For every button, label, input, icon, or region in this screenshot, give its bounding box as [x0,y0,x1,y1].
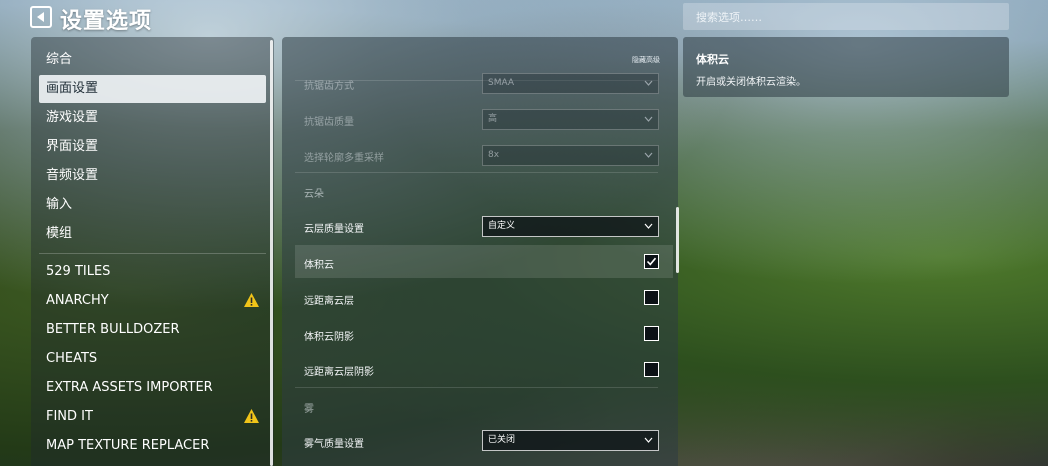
distant-clouds-checkbox[interactable] [644,290,659,305]
section-header-clouds: 云朵 [304,189,324,200]
sidebar-item-interface[interactable]: 界面设置 [39,133,266,161]
select-value: SMAA [488,78,515,88]
chevron-down-icon [644,437,653,443]
setting-label: 选择轮廓多重采样 [304,153,384,164]
antialias-method-select[interactable]: SMAA [482,73,659,94]
select-value: 已关闭 [488,435,516,445]
fog-quality-select[interactable]: 已关闭 [482,430,659,451]
sidebar-mod-item[interactable]: ANARCHY [39,287,266,315]
info-description: 开启或关闭体积云渲染。 [696,77,806,88]
checkmark-icon [646,257,657,266]
section-header-fog: 雾 [304,404,314,415]
setting-label: 远距离云层 [304,296,354,307]
outline-msaa-select[interactable]: 8x [482,145,659,166]
select-value: 自定义 [488,221,516,231]
sidebar-item-input[interactable]: 输入 [39,191,266,219]
warning-icon [244,409,259,423]
sidebar-divider [39,253,266,254]
sidebar-mod-item[interactable]: CHEATS [39,345,266,373]
select-value: 8x [488,150,500,160]
back-button[interactable] [30,6,52,28]
sidebar-item-mods[interactable]: 模组 [39,220,266,248]
settings-scrollbar[interactable] [676,207,679,273]
sidebar-item-gameplay[interactable]: 游戏设置 [39,104,266,132]
sidebar-mod-item[interactable]: BETTER BULLDOZER [39,316,266,344]
sidebar-mod-item[interactable]: MAP TEXTURE REPLACER [39,432,266,460]
distant-cloud-shadows-checkbox[interactable] [644,362,659,377]
volumetric-clouds-checkbox[interactable] [644,254,659,269]
setting-label: 抗锯齿质量 [304,117,354,128]
sidebar-mod-item[interactable]: FIND IT [39,403,266,431]
sidebar-mod-item[interactable]: EXTRA ASSETS IMPORTER [39,374,266,402]
chevron-down-icon [644,80,653,86]
back-arrow-icon [37,12,44,22]
setting-label: 远距离云层阴影 [304,367,374,378]
warning-icon [244,293,259,307]
search-input[interactable]: 搜索选项…… [683,3,1009,30]
sidebar-item-audio[interactable]: 音频设置 [39,162,266,190]
row-divider [295,172,658,173]
chevron-down-icon [644,152,653,158]
volumetric-cloud-shadows-checkbox[interactable] [644,326,659,341]
row-highlight [295,245,673,278]
setting-label: 云层质量设置 [304,224,364,235]
chevron-down-icon [644,223,653,229]
chevron-down-icon [644,116,653,122]
setting-label: 体积云阴影 [304,332,354,343]
sidebar-mod-item[interactable]: 529 TILES [39,258,266,286]
setting-label: 雾气质量设置 [304,439,364,450]
sidebar-item-graphics[interactable]: 画面设置 [39,75,266,103]
cloud-quality-select[interactable]: 自定义 [482,216,659,237]
select-value: 高 [488,114,498,124]
setting-label: 体积云 [304,260,334,271]
hide-advanced-toggle[interactable]: 隐藏高级 [632,55,660,65]
setting-label: 抗锯齿方式 [304,81,354,92]
antialias-quality-select[interactable]: 高 [482,109,659,130]
info-title: 体积云 [696,53,729,66]
sidebar-item-general[interactable]: 综合 [39,46,266,74]
sidebar-scrollbar[interactable] [270,40,273,466]
info-panel [683,37,1009,97]
row-divider [295,387,658,388]
page-title: 设置选项 [60,9,153,34]
